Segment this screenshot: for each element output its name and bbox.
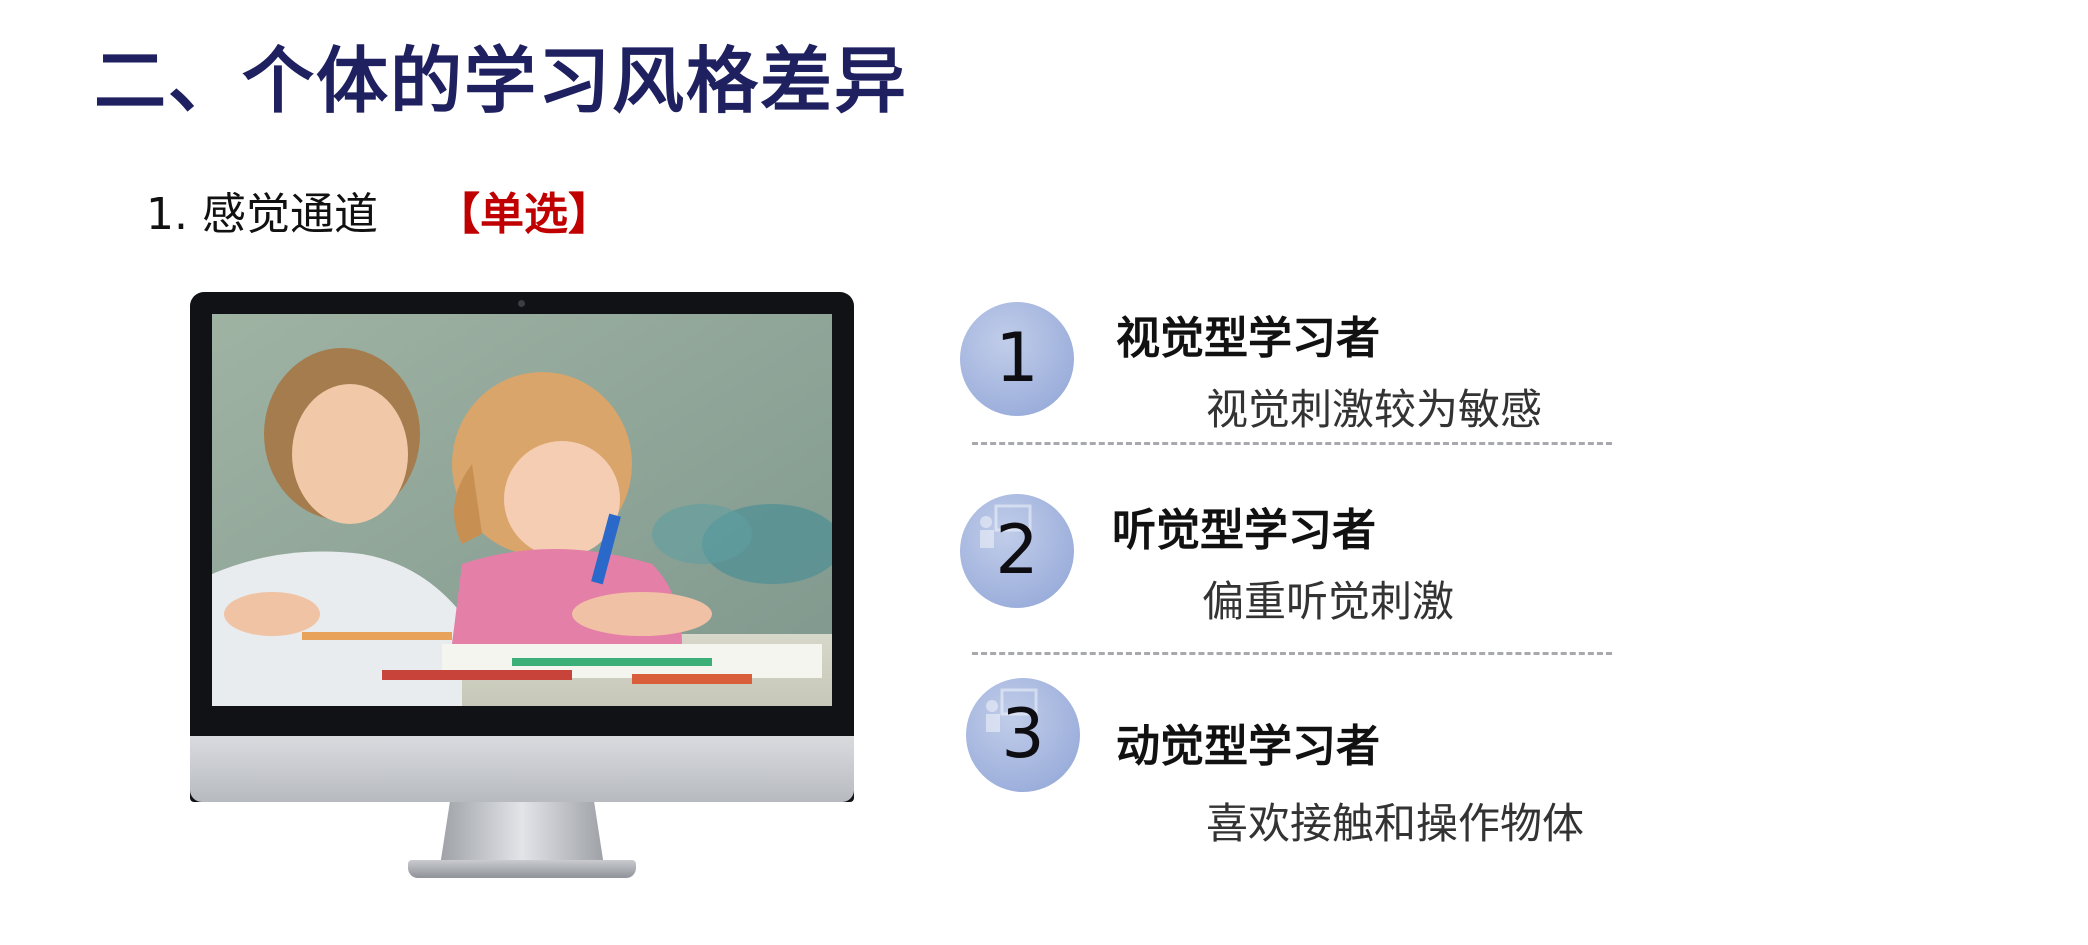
- item-number: 3: [1001, 695, 1045, 774]
- item-number: 1: [995, 319, 1039, 398]
- number-badge: 1: [960, 302, 1074, 416]
- dashed-divider: [972, 442, 1612, 445]
- item-description: 视觉刺激较为敏感: [1206, 385, 1543, 434]
- item-description: 偏重听觉刺激: [1202, 577, 1455, 626]
- item-heading: 动觉型学习者: [1116, 721, 1380, 772]
- monitor-illustration: [190, 292, 854, 882]
- screen-photo: [212, 314, 832, 706]
- item-heading: 听觉型学习者: [1112, 505, 1376, 556]
- number-badge: 2: [960, 494, 1074, 608]
- item-description: 喜欢接触和操作物体: [1206, 799, 1585, 848]
- slide: 二、个体的学习风格差异 1. 感觉通道 【单选】 1 视觉型学习者 视觉刺激较为…: [0, 0, 2088, 945]
- monitor-stand-base: [408, 860, 636, 878]
- monitor-chin: [190, 736, 854, 802]
- item-heading: 视觉型学习者: [1116, 313, 1380, 364]
- teacher-child-photo: [212, 314, 832, 706]
- subtitle-text: 1. 感觉通道: [146, 189, 378, 240]
- dashed-divider: [972, 652, 1612, 655]
- camera-dot: [518, 300, 525, 307]
- single-choice-tag: 【单选】: [435, 189, 612, 240]
- item-number: 2: [995, 511, 1039, 590]
- slide-title: 二、个体的学习风格差异: [94, 39, 909, 123]
- number-badge: 3: [966, 678, 1080, 792]
- monitor-stand-neck: [440, 802, 604, 866]
- section-subtitle: 1. 感觉通道 【单选】: [146, 178, 612, 242]
